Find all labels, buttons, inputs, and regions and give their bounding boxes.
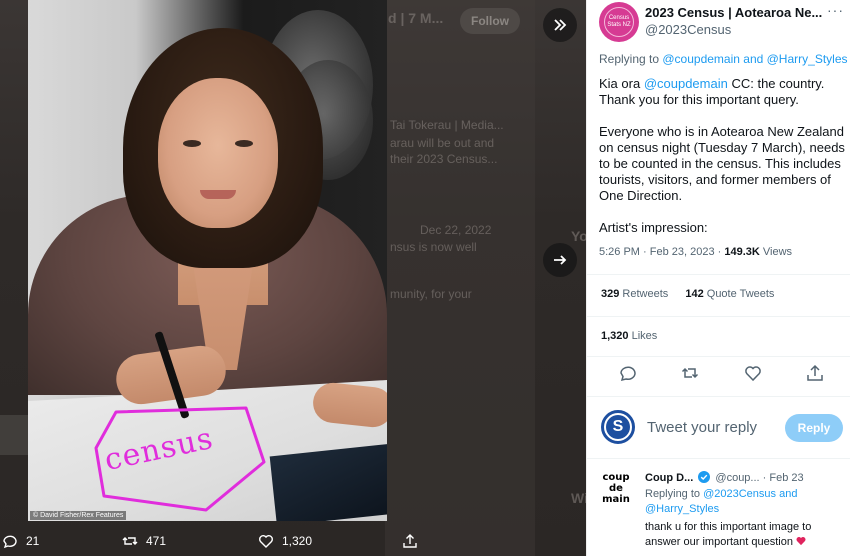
verified-badge-icon [698,471,711,483]
reply-icon [3,535,17,549]
divider [587,274,850,275]
background-text: Tai Tokerau | Media... [390,118,504,132]
media-retweet-button[interactable]: 471 [122,533,166,549]
like-count: 1,320 [282,534,313,548]
chevrons-right-icon [554,19,567,31]
reply-input[interactable]: Tweet your reply [647,419,757,436]
mention-link[interactable]: @coupdemain [644,76,728,91]
background-strip [0,415,28,455]
background-text: Wi [571,490,586,506]
reply-button[interactable] [619,364,639,384]
current-user-avatar[interactable]: S [601,410,635,444]
reply-submit-button[interactable]: Reply [785,414,843,442]
background-card [385,0,535,556]
red-heart-icon [796,537,806,546]
retweet-icon [122,537,138,545]
collapse-panel-button[interactable] [543,8,577,42]
reply-replying-to: Replying to @2023Census and @Harry_Style… [645,488,798,515]
tweet-timestamp[interactable]: 5:26 PM · Feb 23, 2023 · [599,246,724,258]
divider [587,356,850,357]
background-text: Dec 22, 2022 [420,223,492,237]
background-text: nsus is now well [390,240,477,254]
tweet-panel: Census Stats NZ 2023 Census | Aotearoa N… [586,0,850,556]
photo-credit: © David Fisher/Rex Features [30,511,127,520]
tweet-photo[interactable]: census © David Fisher/Rex Features [28,0,387,521]
views-count: 149.3K [724,246,760,258]
share-icon [403,534,417,548]
reply-count: 21 [26,534,40,548]
share-button[interactable] [806,364,826,384]
reply-author-line: Coup D... @coup... · Feb 23 [645,471,804,484]
face [158,78,278,228]
quote-tweets-link[interactable]: 142 Quote Tweets [685,288,774,300]
media-share-button[interactable] [402,533,418,549]
media-action-bar: 21 471 1,320 [0,528,586,556]
like-button[interactable] [744,364,764,384]
media-viewer: Follow d | 7 M... Tai Tokerau | Media...… [0,0,586,556]
reply-author-avatar[interactable]: coup de main [599,472,633,506]
reply-text: thank u for this important image to answ… [645,521,812,548]
retweet-count: 471 [146,534,167,548]
avatar-label: Census Stats NZ [604,7,634,37]
author-display-name[interactable]: 2023 Census | Aotearoa Ne... [645,5,822,20]
more-options-icon[interactable]: ··· [827,2,844,18]
arrow-right-icon [554,255,567,265]
author-handle[interactable]: @2023Census [645,22,731,37]
retweets-link[interactable]: 329 Retweets [601,288,668,300]
background-text: arau will be out and [390,136,495,150]
tweet-meta: 5:26 PM · Feb 23, 2023 · 149.3K Views [599,246,793,258]
tweet-stats: 329 Retweets 142 Quote Tweets [601,288,774,300]
tweet-actions [587,364,850,386]
reply-author-handle[interactable]: @coup... · Feb 23 [715,472,803,484]
replying-to: Replying to @coupdemain and @Harry_Style… [599,52,848,66]
background-text: munity, for your [390,287,472,301]
tweet-header: Census Stats NZ 2023 Census | Aotearoa N… [599,2,844,48]
retweet-button[interactable] [681,364,701,384]
divider [587,458,850,459]
heart-icon [259,535,273,548]
tweet-body: Kia ora @coupdemain CC: the country. Tha… [599,76,845,235]
background-text: d | 7 M... [388,10,444,26]
reply-icon [620,366,636,382]
divider [587,316,850,317]
media-reply-button[interactable]: 21 [2,533,39,549]
divider [587,396,850,397]
retweet-icon [681,367,699,379]
tweet-paragraph: Artist's impression: [599,220,708,235]
tweet-paragraph: Everyone who is in Aotearoa New Zealand … [599,124,845,203]
reply-author-name[interactable]: Coup D... [645,472,693,484]
background-follow-button: Follow [460,8,520,34]
reply-composer: S Tweet your reply Reply [587,406,850,450]
reply-tweet[interactable]: coup de main Coup D... @coup... · Feb 23… [587,464,850,556]
replying-to-users[interactable]: @coupdemain and @Harry_Styles [662,52,847,66]
book [269,443,387,521]
author-avatar[interactable]: Census Stats NZ [599,2,639,42]
heart-icon [745,366,761,382]
background-text: their 2023 Census... [390,152,498,166]
likes-link[interactable]: 1,320 Likes [601,330,657,342]
share-icon [807,364,823,381]
media-like-button[interactable]: 1,320 [258,533,312,549]
next-image-button[interactable] [543,243,577,277]
background-text: Yo [571,228,586,244]
